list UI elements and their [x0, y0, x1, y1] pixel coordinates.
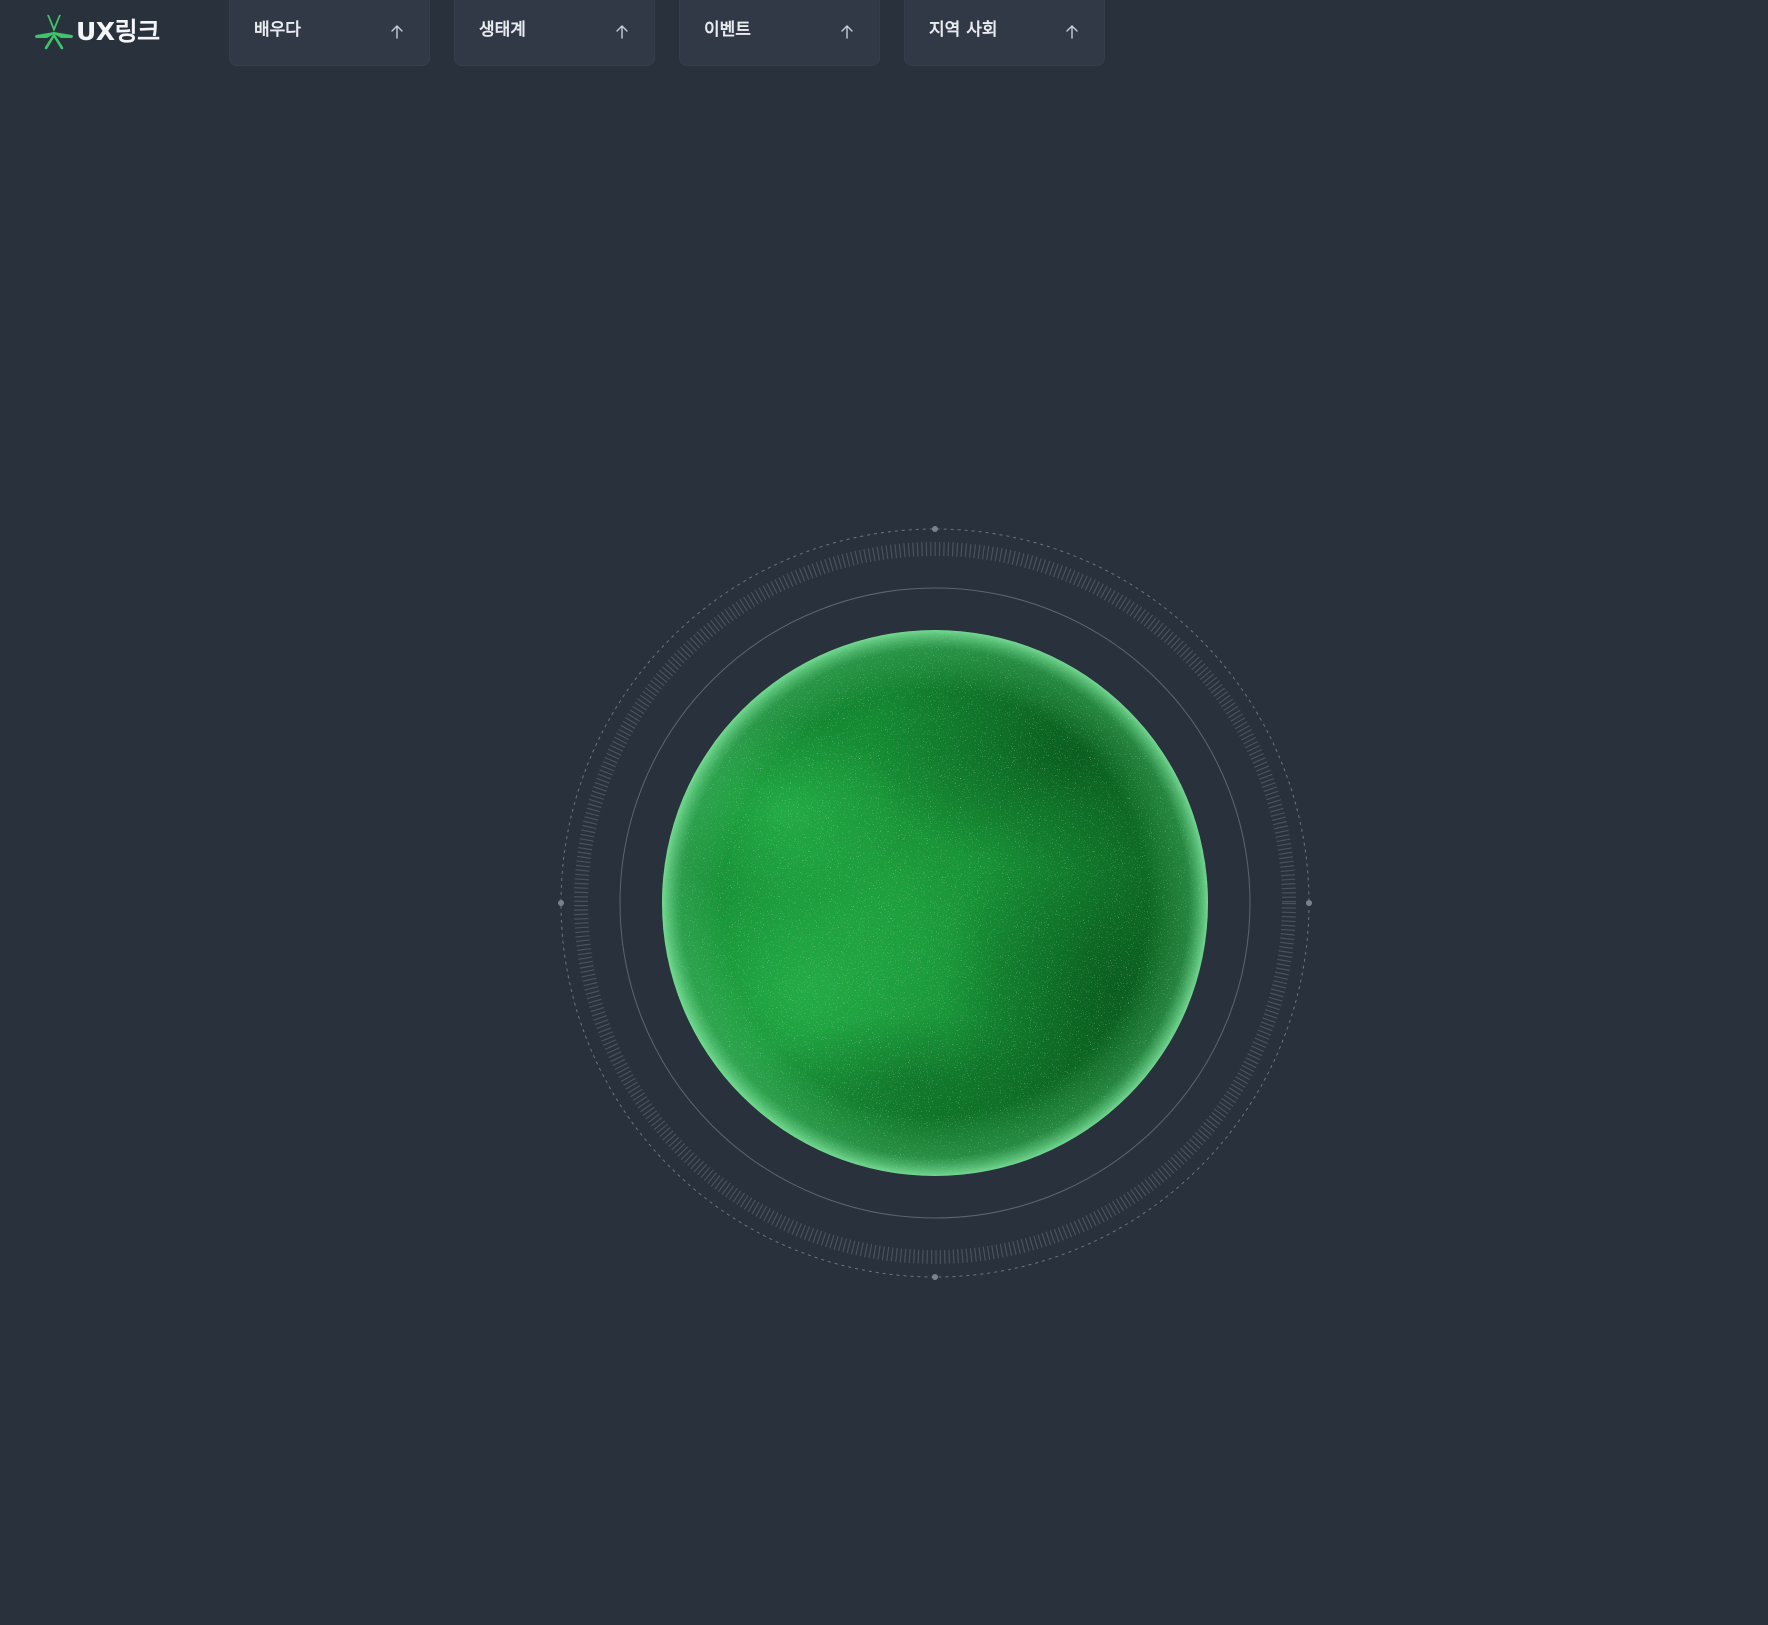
arrow-up-icon — [841, 25, 853, 39]
orbit-dot-top — [932, 526, 938, 532]
nav-item-learn[interactable]: 배우다 — [229, 0, 430, 66]
planet-illustration — [558, 526, 1312, 1280]
nav-item-label: 이벤트 — [704, 20, 751, 40]
page: UX링크 배우다 생태계 이벤트 지역 사회 — [0, 0, 1768, 1625]
nav-item-label: 배우다 — [254, 20, 301, 40]
nav-item-community[interactable]: 지역 사회 — [904, 0, 1105, 66]
asterisk-leaf-logo-icon — [35, 14, 73, 50]
arrow-up-icon — [391, 25, 403, 39]
nav-item-label: 생태계 — [479, 20, 526, 40]
arrow-up-icon — [616, 25, 628, 39]
nav-item-ecosystem[interactable]: 생태계 — [454, 0, 655, 66]
top-navigation-bar: UX링크 배우다 생태계 이벤트 지역 사회 — [0, 0, 1768, 70]
orbit-dot-bottom — [932, 1274, 938, 1280]
green-planet — [662, 630, 1208, 1176]
brand-name: UX링크 — [76, 17, 160, 46]
arrow-up-icon — [1066, 25, 1078, 39]
brand-logo-link[interactable]: UX링크 — [34, 14, 160, 50]
nav-item-events[interactable]: 이벤트 — [679, 0, 880, 66]
nav-item-label: 지역 사회 — [929, 20, 998, 40]
orbit-dot-left — [558, 900, 564, 906]
orbit-dot-right — [1306, 900, 1312, 906]
hero-planet-visual — [555, 523, 1315, 1283]
